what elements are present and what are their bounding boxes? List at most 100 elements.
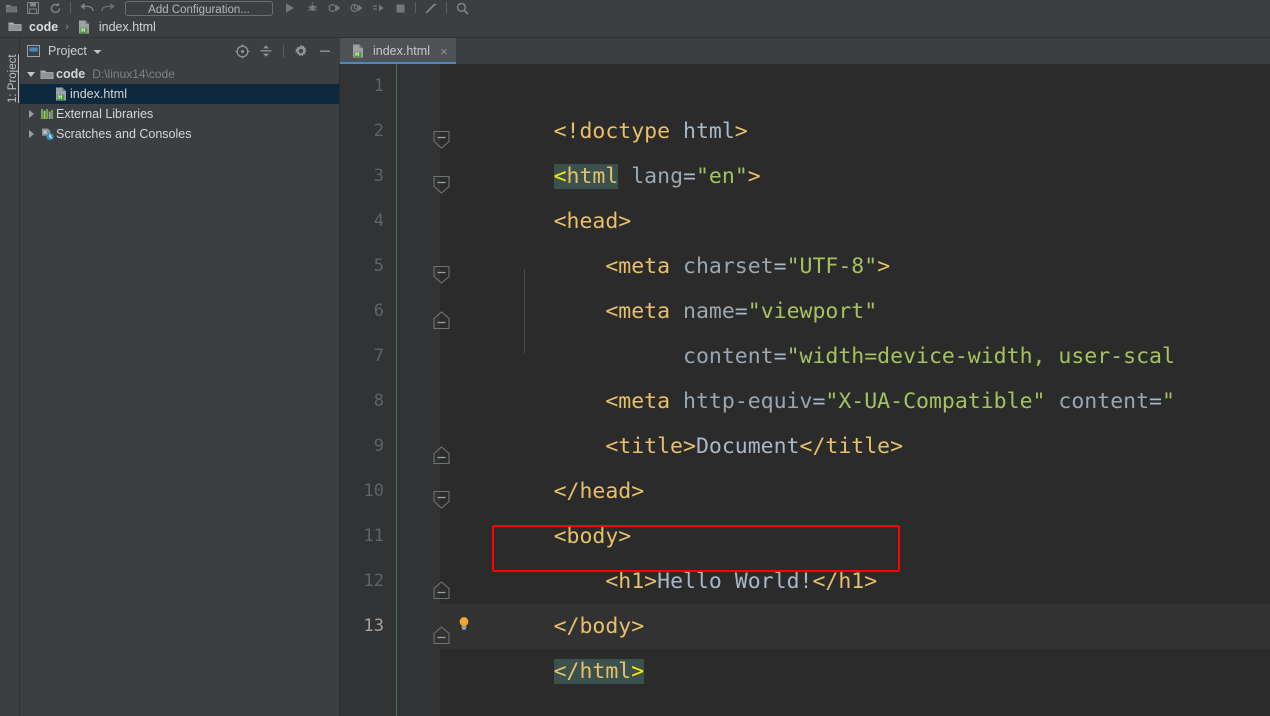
breadcrumb: code › H index.html [0,16,1270,38]
code-token: > [877,254,891,279]
tree-label-code: code [56,67,86,81]
tab-index-html[interactable]: H index.html × [340,38,456,64]
chevron-down-icon[interactable] [93,44,102,58]
code-line-12: </body> [450,559,645,639]
code-token: = [1149,389,1162,414]
tool-window-button-project[interactable]: 1: Project [7,33,19,103]
code-line-2: <html lang="en"> [450,109,761,189]
expand-arrow-icon[interactable] [24,71,38,77]
code-line-13: </html> [450,604,645,684]
search-everywhere-icon[interactable] [420,0,442,16]
html-file-icon: H [76,20,94,34]
fold-marker-start[interactable] [433,483,450,509]
tree-row-external-libraries[interactable]: External Libraries [20,104,339,124]
project-view-icon [24,45,42,57]
code-line-11: <h1>Hello World!</h1> [450,514,877,594]
fold-marker-start[interactable] [433,168,450,194]
breadcrumb-separator: › [65,20,69,33]
fold-marker-start[interactable] [433,258,450,284]
toolbar-divider [70,2,71,13]
code-token: = [683,164,696,189]
select-opened-file-icon[interactable] [231,40,253,62]
matched-tag-highlight: </html> [553,659,645,684]
run-configuration-selector[interactable]: Add Configuration... [125,1,273,16]
close-icon[interactable]: × [440,44,448,59]
code-line-8: <title>Document</title> [450,379,903,459]
code-line-5: <meta name="viewport" [450,244,877,324]
fold-marker-end[interactable] [433,438,450,465]
undo-icon[interactable] [75,0,97,16]
collapse-all-icon[interactable] [255,40,277,62]
code-token: content [1045,389,1150,414]
line-number: 5 [373,256,384,276]
line-number: 1 [373,76,384,96]
expand-arrow-icon[interactable] [24,110,38,118]
html-file-icon: H [52,87,70,101]
hide-panel-icon[interactable] [314,40,336,62]
code-line-9: </head> [450,424,645,504]
project-panel-header: Project [20,38,340,64]
open-folder-icon[interactable] [0,0,22,16]
profile-icon[interactable] [345,0,367,16]
tree-row-scratches-and-consoles[interactable]: Scratches and Consoles [20,124,339,144]
run-to-cursor-icon[interactable] [367,0,389,16]
line-number: 8 [373,391,384,411]
code-line-1: <!doctype html> [450,64,748,144]
line-number: 11 [363,526,384,546]
debug-icon[interactable] [301,0,323,16]
main-toolbar: Add Configuration... [0,0,1270,17]
fold-marker-end[interactable] [433,618,450,645]
code-editor[interactable]: 1 2 3 4 5 6 7 8 9 10 11 12 13 <!doctype … [340,64,1270,716]
folder-icon [6,21,24,32]
code-line-10: <body> [450,469,632,549]
run-with-coverage-icon[interactable] [323,0,345,16]
save-icon[interactable] [22,0,44,16]
code-line-4: <meta charset="UTF-8"> [450,199,890,279]
tree-path-code: D:\linux14\code [92,67,175,81]
tab-label: index.html [373,44,430,58]
code-line-3: <head> [450,154,632,234]
panel-divider [283,44,284,58]
tree-row-code[interactable]: code D:\linux14\code [20,64,339,84]
project-panel-title: Project [48,44,87,58]
fold-marker-end[interactable] [433,573,450,600]
code-token: "en" [695,164,748,189]
sync-icon[interactable] [44,0,66,16]
toolbar-divider-3 [446,2,447,13]
code-token: </h1> [812,569,878,594]
code-token: </title> [799,434,904,459]
line-number: 9 [373,436,384,456]
redo-icon[interactable] [97,0,119,16]
ide-window: Add Configuration... code › H index.html… [0,0,1270,716]
tree-label-index-html: index.html [70,87,127,101]
svg-text:H: H [82,28,86,34]
toolbar-divider-2 [415,2,416,13]
tree-row-index-html[interactable]: H index.html [20,84,339,104]
project-tree[interactable]: code D:\linux14\code H index.html Extern… [20,64,340,716]
svg-text:H: H [58,95,62,101]
magnifier-icon[interactable] [451,0,473,16]
line-number: 13 [363,616,384,636]
expand-arrow-icon[interactable] [24,130,38,138]
line-number: 3 [373,166,384,186]
folder-icon [38,69,56,80]
settings-gear-icon[interactable] [290,40,312,62]
run-icon[interactable] [279,0,301,16]
left-tool-stripe: 1: Project [0,38,20,716]
fold-marker-start[interactable] [433,123,450,149]
breadcrumb-item-code[interactable]: code [29,20,58,34]
breadcrumb-item-index-html[interactable]: index.html [99,20,156,34]
scratches-icon [38,127,56,141]
project-panel-title-group[interactable]: Project [24,44,102,58]
tree-label-external-libraries: External Libraries [56,107,154,121]
tree-label-scratches-and-consoles: Scratches and Consoles [56,127,192,141]
stop-icon[interactable] [389,0,411,16]
line-number: 6 [373,301,384,321]
fold-marker-end[interactable] [433,303,450,330]
code-token: Document [695,434,800,459]
editor-tab-bar: H index.html × [340,38,1270,64]
svg-text:H: H [355,52,359,58]
line-number: 7 [373,346,384,366]
line-number: 10 [363,481,384,501]
code-line-6: content="width=device-width, user-scal [450,289,1175,369]
